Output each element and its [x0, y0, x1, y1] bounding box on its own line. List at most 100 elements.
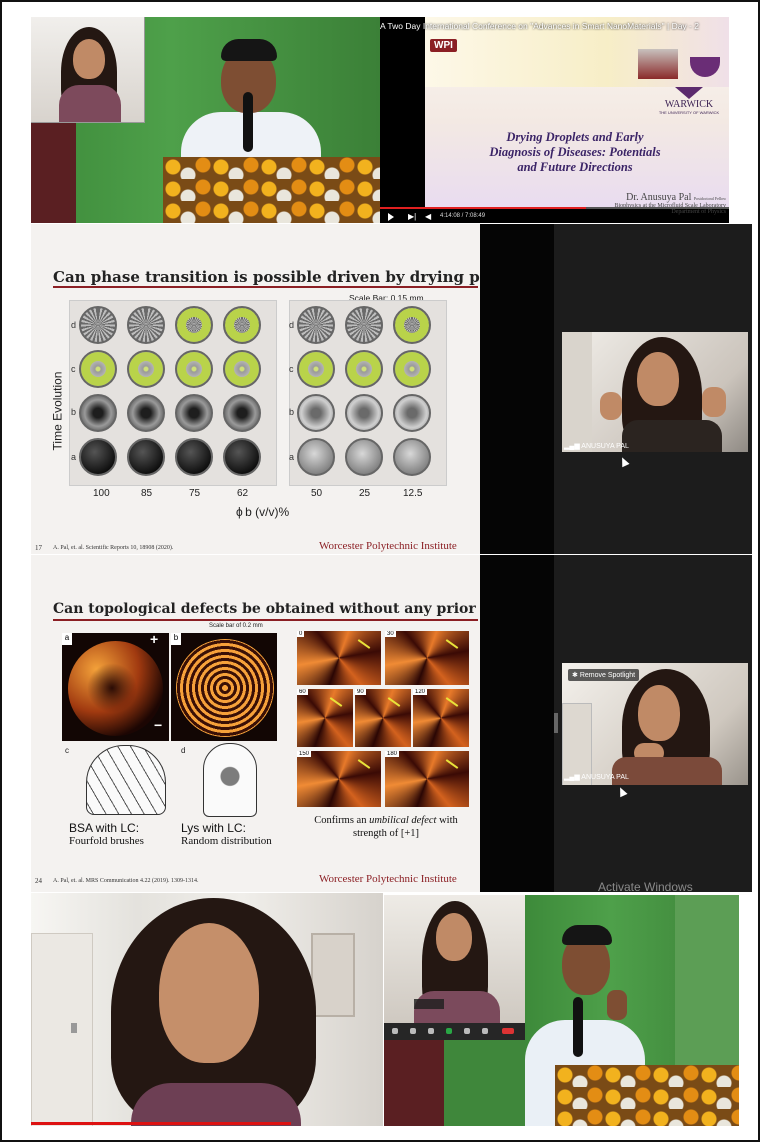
- angle-label: 150: [297, 751, 312, 757]
- droplet-image: [345, 306, 383, 344]
- next-button[interactable]: ▶|: [408, 213, 416, 221]
- speaker-credit: Dr. Anusuya Pal Postdoctoral Fellow Biop…: [614, 192, 726, 215]
- bottom-progress: [31, 1122, 291, 1125]
- wall-frame: [311, 933, 355, 1017]
- col-label: 75: [189, 488, 201, 499]
- polarized-frame: 60: [297, 689, 353, 747]
- page-number: 17: [35, 544, 42, 552]
- participant-video-2[interactable]: ✱ Remove Spotlight: [562, 663, 748, 785]
- record-indicator: [414, 999, 444, 1009]
- yellow-arrow: [357, 759, 371, 769]
- droplet-image: [393, 350, 431, 388]
- angle-label: 30: [385, 631, 396, 637]
- droplet-image: [393, 306, 431, 344]
- yellow-arrow: [445, 759, 459, 769]
- volume-icon[interactable]: ◀: [425, 212, 431, 221]
- yellow-arrow: [387, 697, 401, 707]
- speaker-photo-bottom-left-strip: [384, 1040, 525, 1126]
- droplet-image: [223, 350, 261, 388]
- talk-title: Drying Droplets and Early Diagnosis of D…: [489, 130, 661, 174]
- droplet-image: [223, 438, 261, 476]
- droplet-image: [127, 350, 165, 388]
- title-underline: [53, 619, 478, 621]
- warwick-logo: WARWICK THE UNIVERSITY OF WARWICK: [650, 87, 728, 115]
- zoom-panel-1: ▂▄▆ ANUSUYA PAL: [480, 224, 752, 554]
- yellow-arrow: [445, 639, 459, 649]
- row-label-a: a: [71, 452, 77, 462]
- row-label-c: c: [71, 364, 76, 374]
- col-label: 62: [237, 488, 249, 499]
- col-label: 100: [93, 488, 110, 499]
- droplet-image: [297, 438, 335, 476]
- droplet-image: [79, 306, 117, 344]
- slide-title: Can phase transition is possible driven …: [53, 268, 480, 286]
- col-label: 85: [141, 488, 153, 499]
- flower-garland: [555, 1065, 739, 1126]
- remove-spotlight-button[interactable]: ✱ Remove Spotlight: [568, 669, 640, 681]
- panel-c-sketch: [86, 745, 166, 815]
- title-underline: [53, 286, 478, 288]
- polarized-frame: 90: [355, 689, 411, 747]
- pin-icon: ✱: [572, 672, 578, 679]
- plus-marker: +: [150, 633, 159, 647]
- time-display: 4:14:08 / 7:08:49: [440, 213, 486, 219]
- participant-name-tag: ▂▄▆ ANUSUYA PAL: [564, 774, 629, 781]
- polarized-time-series: 0 30 60 90 120 150 180: [297, 631, 469, 807]
- umbilical-caption: Confirms an umbilical defect with streng…: [314, 815, 458, 839]
- resize-handle[interactable]: [554, 713, 558, 733]
- droplet-image: [345, 438, 383, 476]
- angle-label: 60: [297, 689, 308, 695]
- angle-label: 120: [413, 689, 428, 695]
- institute: Worcester Polytechnic Institute: [319, 540, 457, 552]
- col-label: 25: [359, 488, 371, 499]
- panel-label: c: [65, 746, 69, 755]
- droplet-image: [297, 306, 335, 344]
- speaker-photo-top: [31, 17, 380, 223]
- droplet-image: [175, 350, 213, 388]
- col-label: 50: [311, 488, 323, 499]
- participant-video-1[interactable]: [562, 332, 748, 452]
- microphone: [243, 92, 253, 152]
- video-player[interactable]: A Two Day International Conference on "A…: [380, 17, 729, 223]
- droplet-image: [127, 438, 165, 476]
- droplet-image: [175, 306, 213, 344]
- lys-label: Lys with LC: Random distribution: [181, 821, 272, 847]
- polarized-frame: 0: [297, 631, 381, 685]
- pip-participant-video: [31, 17, 145, 123]
- slide-24: Can topological defects be obtained with…: [31, 555, 480, 892]
- droplet-image: [345, 350, 383, 388]
- play-button[interactable]: [388, 213, 394, 221]
- droplet-image: [297, 394, 335, 432]
- angle-label: 90: [355, 689, 366, 695]
- row-label-d-right: d: [289, 320, 295, 330]
- droplet-image: [175, 394, 213, 432]
- signal-icon: ▂▄▆: [564, 443, 580, 450]
- microphone: [573, 997, 583, 1057]
- droplet-image: [223, 306, 261, 344]
- citation: A. Pal, et. al. Scientific Reports 10, 1…: [53, 545, 174, 551]
- flower-garland: [163, 157, 380, 223]
- progress-bar[interactable]: [380, 207, 729, 209]
- slide-title: Can topological defects be obtained with…: [53, 601, 480, 617]
- angle-label: 180: [385, 751, 400, 757]
- y-axis-label: Time Evolution: [50, 371, 65, 451]
- droplet-image: [345, 394, 383, 432]
- page-number: 24: [35, 877, 42, 885]
- minus-marker: −: [154, 717, 163, 733]
- x-axis-label: ϕ b (v/v)%: [236, 505, 290, 519]
- panel-label: a: [62, 633, 72, 645]
- speaker-photo-bottom: [525, 895, 739, 1126]
- droplet-image: [79, 394, 117, 432]
- zoom-toolbar[interactable]: [384, 1023, 525, 1040]
- wpi-logo: WPI: [430, 39, 457, 52]
- participant-photo-large: [31, 893, 383, 1126]
- row-label-d: d: [71, 320, 77, 330]
- droplet-image: [297, 350, 335, 388]
- droplet-image: [223, 394, 261, 432]
- yellow-arrow: [329, 697, 343, 707]
- droplet-image: [79, 438, 117, 476]
- scale-bar-label: Scale bar of 0.2 mm: [209, 623, 263, 629]
- droplet-grid-right: [297, 302, 447, 484]
- panel-d-sketch: [203, 743, 257, 817]
- row-label-a-right: a: [289, 452, 295, 462]
